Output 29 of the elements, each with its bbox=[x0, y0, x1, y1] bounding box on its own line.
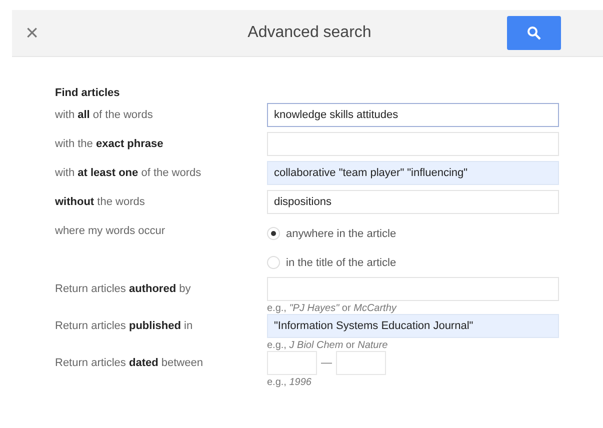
dialog-title: Advanced search bbox=[246, 24, 372, 42]
example-hint: e.g., J Biol Chem or Nature bbox=[267, 340, 389, 351]
radio-button[interactable] bbox=[267, 227, 280, 240]
field-label: where my words occur bbox=[55, 224, 166, 239]
search-icon bbox=[527, 26, 541, 40]
radio-label: in the title of the article bbox=[286, 256, 396, 268]
text-field[interactable]: collaborative "team player" "influencing" bbox=[267, 161, 559, 185]
field-label: with the exact phrase bbox=[55, 137, 164, 152]
text-field[interactable] bbox=[267, 277, 559, 301]
example-hint: e.g., 1996 bbox=[267, 377, 312, 388]
search-button[interactable] bbox=[507, 16, 561, 50]
range-dash: — bbox=[321, 357, 332, 369]
close-button[interactable]: × bbox=[12, 20, 52, 46]
text-field[interactable]: knowledge skills attitudes bbox=[267, 103, 559, 127]
field-label: without the words bbox=[55, 195, 146, 210]
field-label: with at least one of the words bbox=[55, 166, 202, 181]
radio-button[interactable] bbox=[267, 256, 280, 269]
radio-label: anywhere in the article bbox=[286, 228, 396, 240]
text-field[interactable] bbox=[267, 132, 559, 156]
field-label: with all of the words bbox=[55, 108, 154, 123]
year-to-field[interactable] bbox=[336, 351, 386, 375]
example-hint: e.g., "PJ Hayes" or McCarthy bbox=[267, 303, 398, 314]
text-field[interactable]: dispositions bbox=[267, 190, 559, 214]
section-title: Find articles bbox=[55, 87, 121, 99]
year-from-field[interactable] bbox=[267, 351, 317, 375]
field-label: Return articles authored by bbox=[55, 282, 192, 297]
field-label: Return articles published in bbox=[55, 319, 194, 334]
field-label: Return articles dated between bbox=[55, 356, 204, 371]
text-field[interactable]: "Information Systems Education Journal" bbox=[267, 314, 559, 338]
